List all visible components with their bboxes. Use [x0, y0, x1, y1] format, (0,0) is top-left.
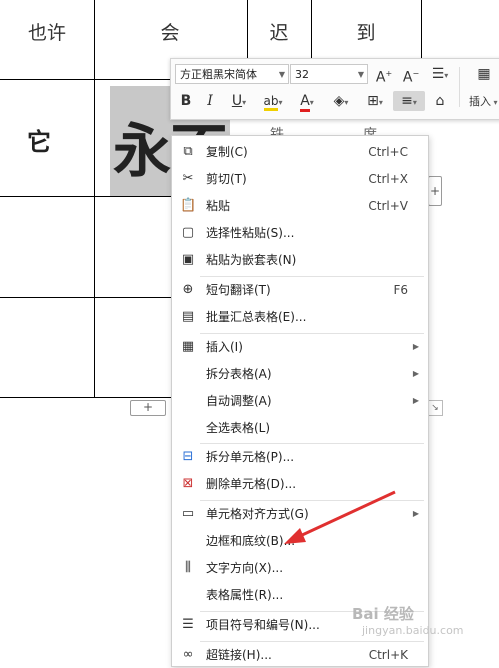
annotation-arrow [284, 490, 396, 544]
watermark-logo: Bai 经验 [352, 605, 414, 623]
arrow-head [284, 528, 306, 544]
arrow-shaft [299, 490, 396, 538]
watermark-url: jingyan.baidu.com [362, 624, 464, 637]
